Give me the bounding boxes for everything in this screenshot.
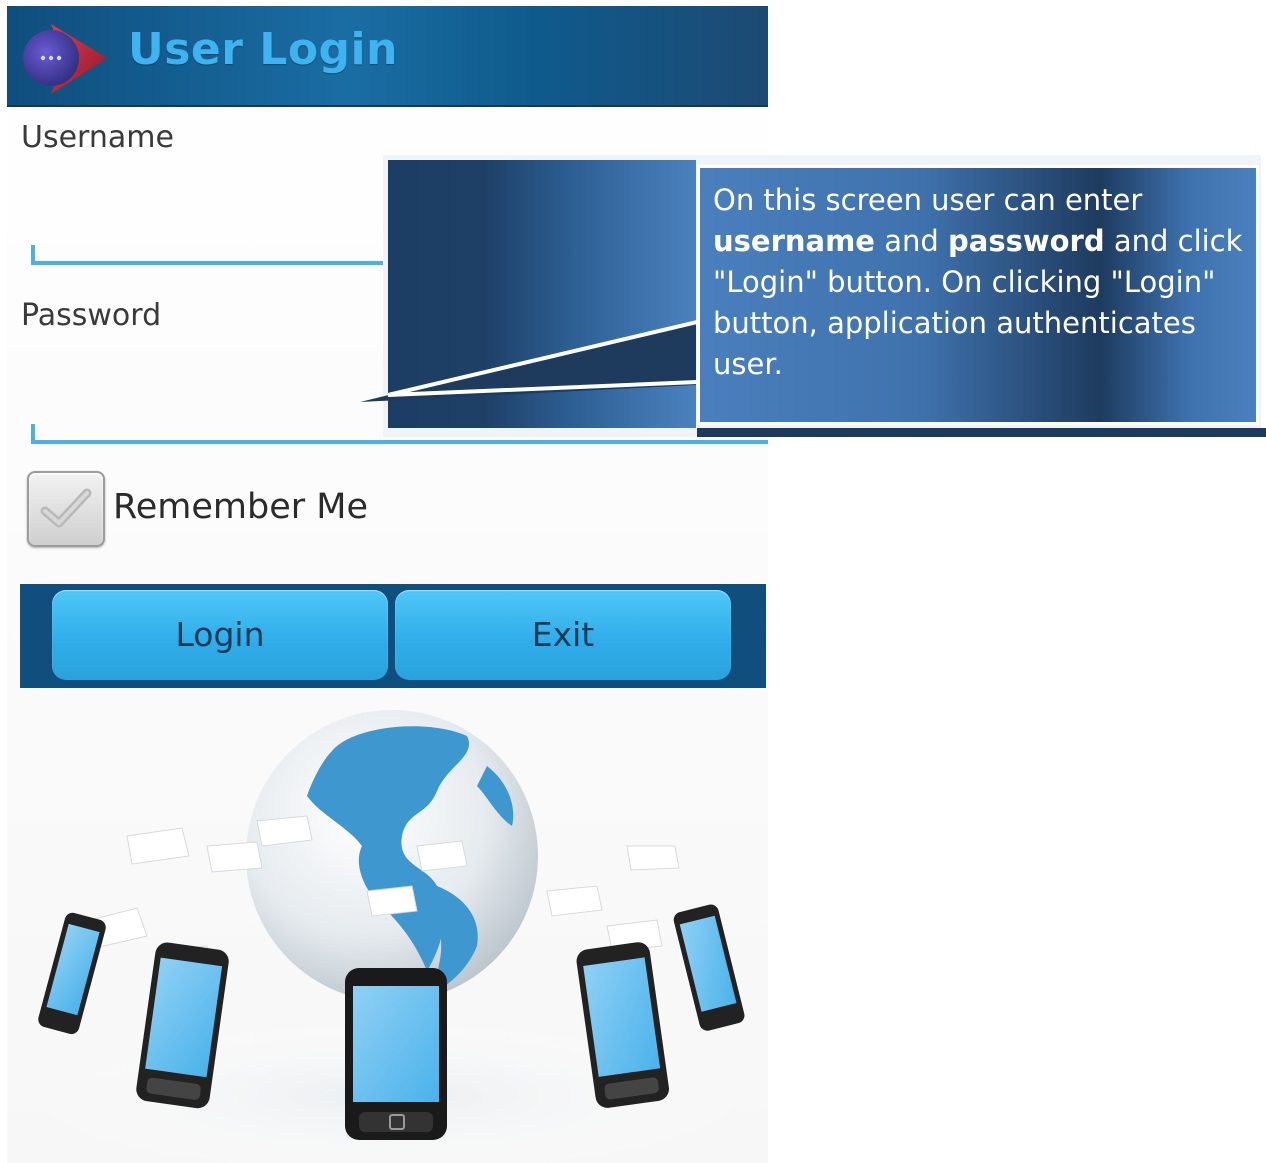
callout-text: On this screen user can enter username a… — [713, 180, 1253, 385]
login-button[interactable]: Login — [52, 590, 388, 680]
title-bar: User Login — [7, 6, 768, 107]
callout-text-part: and — [874, 224, 948, 258]
page-title: User Login — [128, 24, 398, 75]
app-logo-icon — [23, 24, 107, 94]
callout-dark-panel — [388, 160, 696, 428]
remember-me-checkbox[interactable] — [27, 471, 105, 547]
button-bar: Login Exit — [20, 584, 766, 688]
callout-bold-username: username — [713, 224, 875, 258]
callout-bold-password: password — [947, 224, 1105, 258]
phone-icon — [673, 904, 745, 1031]
username-label: Username — [21, 120, 174, 155]
phone-icon — [345, 968, 447, 1140]
globe-phones-illustration — [17, 710, 757, 1163]
phone-icon — [38, 912, 106, 1035]
exit-button[interactable]: Exit — [395, 590, 731, 680]
checkmark-icon — [40, 488, 92, 528]
remember-me-label: Remember Me — [113, 487, 368, 527]
callout-shadow-strip — [697, 428, 1266, 437]
callout-text-part: On this screen user can enter — [713, 183, 1143, 217]
password-label: Password — [21, 298, 162, 333]
